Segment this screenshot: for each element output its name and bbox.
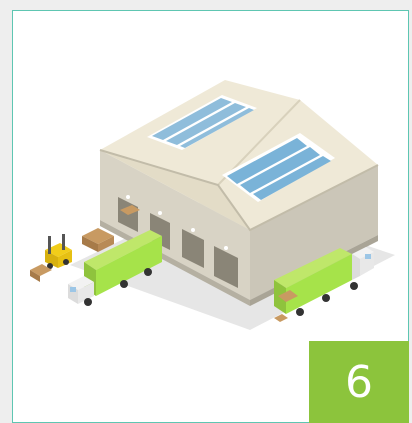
step-number-badge: 6	[309, 341, 409, 423]
forklift	[30, 234, 72, 282]
